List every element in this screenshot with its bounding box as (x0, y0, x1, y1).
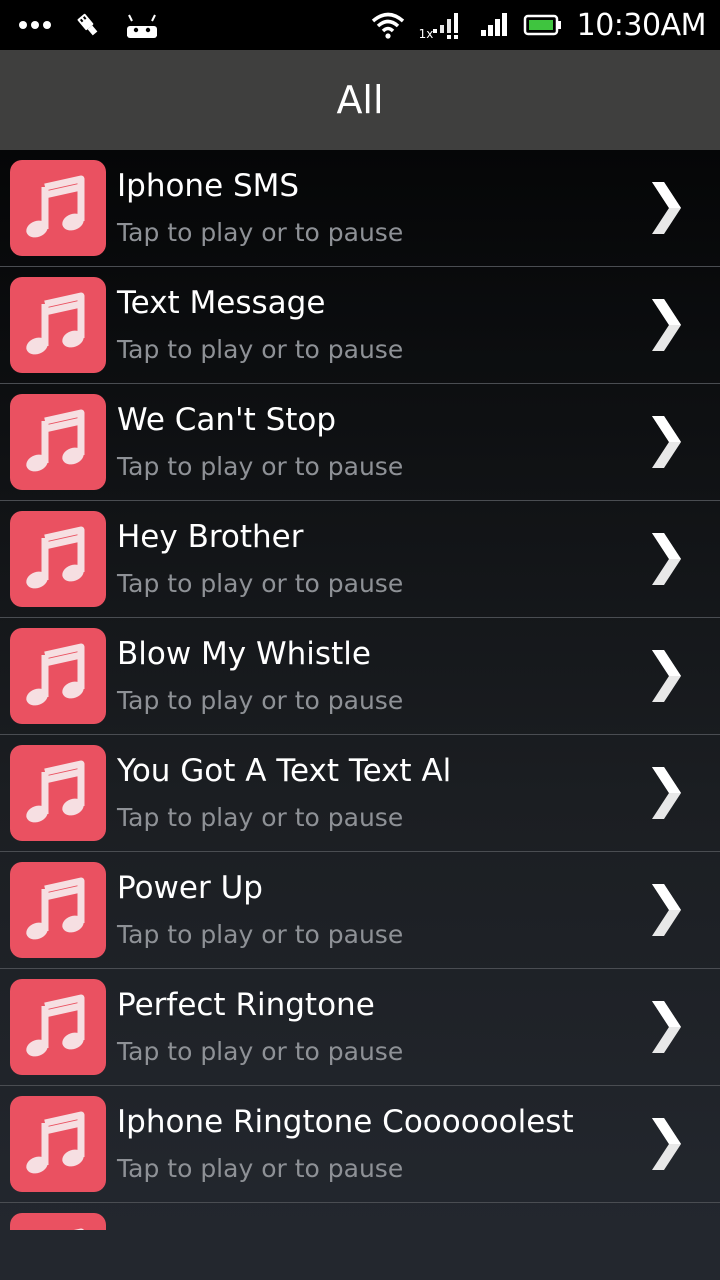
chevron-right-icon[interactable] (648, 765, 684, 821)
list-item-subtitle: Tap to play or to pause (117, 1154, 404, 1183)
list-item-title: Iphone SMS (117, 168, 300, 204)
list-item[interactable]: Text Message Tap to play or to pause (0, 267, 720, 384)
list-item-title: You Got A Text Text Al (117, 753, 452, 789)
list-item-subtitle: Tap to play or to pause (117, 803, 404, 832)
list-item[interactable]: Iphone Ringtone Coooooolest Tap to play … (0, 1086, 720, 1203)
music-note-icon (10, 394, 106, 490)
music-note-icon (10, 277, 106, 373)
music-note-icon (10, 745, 106, 841)
music-note-icon (10, 979, 106, 1075)
chevron-right-icon[interactable] (648, 531, 684, 587)
list-item-title: Iphone Ringtone Coooooolest (117, 1104, 574, 1140)
list-item-subtitle: Tap to play or to pause (117, 218, 404, 247)
list-item[interactable]: Hey Brother Tap to play or to pause (0, 501, 720, 618)
music-note-icon (10, 511, 106, 607)
list-item-subtitle: Tap to play or to pause (117, 686, 404, 715)
list-item-subtitle: Tap to play or to pause (117, 335, 404, 364)
list-item-partial[interactable] (0, 1203, 720, 1230)
ringtone-list[interactable]: Iphone SMS Tap to play or to pause Text … (0, 150, 720, 1230)
battery-icon (523, 13, 563, 37)
list-item-subtitle: Tap to play or to pause (117, 1037, 404, 1066)
status-left-icons (18, 11, 371, 39)
list-item-title: Power Up (117, 870, 263, 906)
chevron-right-icon[interactable] (648, 648, 684, 704)
chevron-right-icon[interactable] (648, 180, 684, 236)
list-item-subtitle: Tap to play or to pause (117, 452, 404, 481)
more-dots-icon (18, 20, 52, 30)
chevron-right-icon[interactable] (648, 882, 684, 938)
list-item-title: Blow My Whistle (117, 636, 371, 672)
network-type-label: 1x (418, 27, 434, 41)
music-note-icon (10, 1096, 106, 1192)
title-bar: All (0, 50, 720, 150)
list-item[interactable]: Iphone SMS Tap to play or to pause (0, 150, 720, 267)
music-note-icon (10, 160, 106, 256)
list-item-subtitle: Tap to play or to pause (117, 920, 404, 949)
music-note-icon (10, 1213, 106, 1230)
android-icon (124, 12, 160, 38)
list-item[interactable]: Perfect Ringtone Tap to play or to pause (0, 969, 720, 1086)
list-item-title: We Can't Stop (117, 402, 337, 438)
status-bar: 1x 10:30AM (0, 0, 720, 50)
list-item-subtitle: Tap to play or to pause (117, 569, 404, 598)
music-note-icon (10, 628, 106, 724)
data-signal-icon: 1x (419, 9, 465, 41)
wifi-icon (371, 11, 405, 39)
cell-signal-icon (479, 12, 509, 38)
chevron-right-icon[interactable] (648, 999, 684, 1055)
list-item-title: Perfect Ringtone (117, 987, 375, 1023)
list-item[interactable]: You Got A Text Text Al Tap to play or to… (0, 735, 720, 852)
status-right-icons: 1x 10:30AM (371, 7, 707, 43)
chevron-right-icon[interactable] (648, 297, 684, 353)
chevron-right-icon[interactable] (648, 414, 684, 470)
page-title: All (336, 78, 384, 122)
bottom-area (0, 1230, 720, 1280)
list-item-title: Hey Brother (117, 519, 304, 555)
list-item[interactable]: Power Up Tap to play or to pause (0, 852, 720, 969)
chevron-right-icon[interactable] (648, 1116, 684, 1172)
list-item-title: Text Message (117, 285, 326, 321)
status-time: 10:30AM (576, 7, 707, 43)
usb-debug-icon (74, 11, 102, 39)
list-item[interactable]: We Can't Stop Tap to play or to pause (0, 384, 720, 501)
music-note-icon (10, 862, 106, 958)
list-item[interactable]: Blow My Whistle Tap to play or to pause (0, 618, 720, 735)
